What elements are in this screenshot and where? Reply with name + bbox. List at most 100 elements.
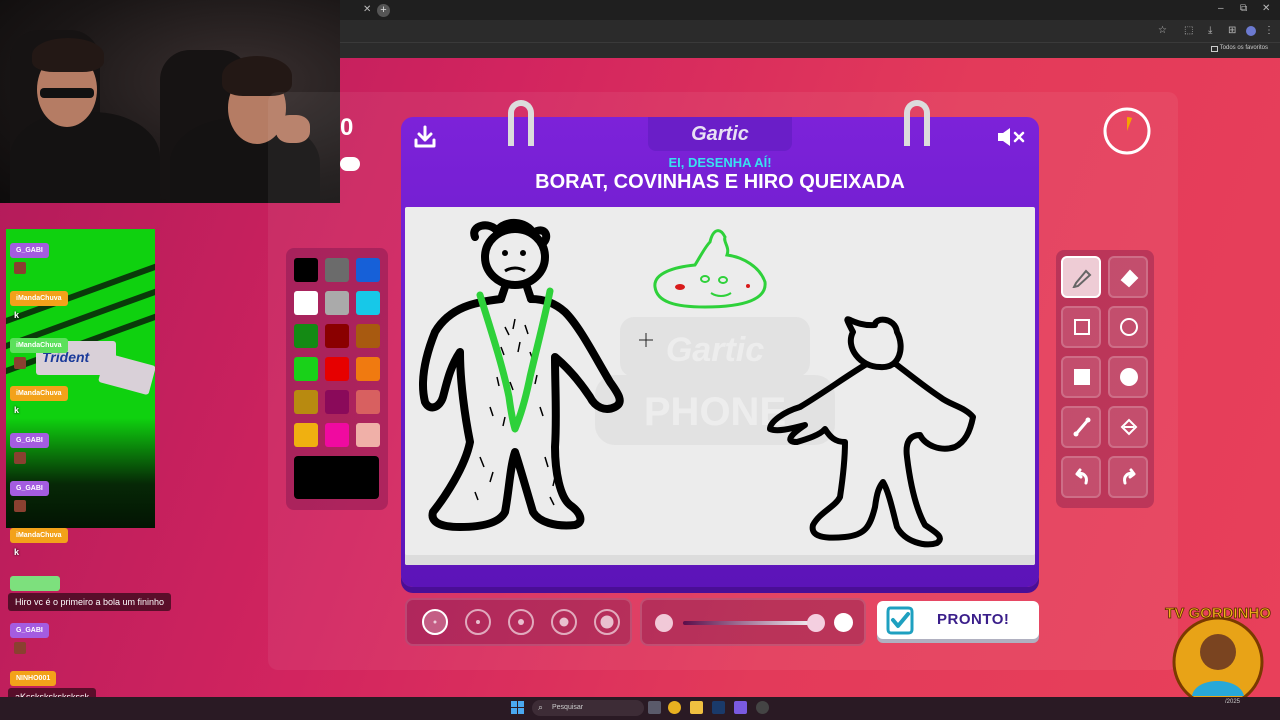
svg-text:Gartic: Gartic	[666, 331, 764, 369]
folder-icon	[1211, 46, 1218, 52]
chat-username-tag: iMandaChuva	[10, 291, 68, 306]
color-swatch[interactable]	[294, 390, 318, 414]
done-button[interactable]: PRONTO!	[877, 601, 1039, 639]
color-swatch[interactable]	[294, 423, 318, 447]
chat-emote	[14, 357, 26, 369]
browser-tab-strip	[340, 0, 1280, 20]
color-swatch[interactable]	[294, 357, 318, 381]
opacity-slider-handle[interactable]	[807, 614, 825, 632]
color-swatch[interactable]	[356, 324, 380, 348]
redo-icon	[1123, 468, 1136, 485]
brush-size-option[interactable]	[508, 609, 534, 635]
chat-emote	[14, 452, 26, 464]
close-window-button[interactable]: ✕	[1262, 3, 1270, 14]
pencil-icon	[1072, 269, 1092, 288]
bucket-icon	[1120, 418, 1138, 436]
color-swatch[interactable]	[325, 357, 349, 381]
chat-username-tag: G_GABI	[10, 481, 49, 496]
chat-emote	[14, 642, 26, 654]
redo-tool-button[interactable]	[1108, 456, 1148, 498]
circle-outline-tool-button[interactable]	[1108, 306, 1148, 348]
eraser-icon	[1120, 269, 1139, 288]
channel-logo-text: TV GORDINHO	[1165, 605, 1271, 622]
mute-sound-icon[interactable]	[996, 126, 1026, 148]
timer-icon	[1103, 107, 1151, 155]
chat-username-tag: G_GABI	[10, 243, 49, 258]
address-bar-area	[340, 20, 1280, 42]
chat-username-tag: G_GABI	[10, 433, 49, 448]
undo-tool-button[interactable]	[1061, 456, 1101, 498]
chat-emote	[14, 262, 26, 274]
line-tool-button[interactable]	[1061, 406, 1101, 448]
profile-avatar[interactable]	[1246, 26, 1256, 36]
drawing-canvas[interactable]: Gartic PHONE	[405, 207, 1035, 565]
menu-icon[interactable]: ⋮	[1264, 25, 1274, 36]
hint-text: EI, DESENHA AÍ!	[668, 155, 772, 170]
rectangle-fill-tool-button[interactable]	[1061, 356, 1101, 398]
chat-username-tag: iMandaChuva	[10, 386, 68, 401]
brush-size-option[interactable]	[465, 609, 491, 635]
task-view-icon[interactable]	[648, 701, 661, 714]
color-swatch[interactable]	[325, 324, 349, 348]
close-tab-icon[interactable]: ✕	[363, 4, 371, 15]
color-swatch[interactable]	[356, 291, 380, 315]
new-tab-button[interactable]: +	[377, 4, 390, 17]
rectangle-outline-icon	[1074, 319, 1090, 335]
chat-emote	[14, 500, 26, 512]
drawing-prompt: BORAT, COVINHAS E HIRO QUEIXADA	[535, 171, 905, 193]
obs-icon[interactable]	[756, 701, 769, 714]
color-swatch[interactable]	[356, 423, 380, 447]
borat-hair-marks	[474, 318, 556, 506]
chat-message: k	[14, 405, 20, 415]
line-icon	[1073, 417, 1091, 437]
chat-username-tag: iMandaChuva	[10, 338, 68, 353]
brush-size-option[interactable]	[422, 609, 448, 635]
circle-fill-tool-button[interactable]	[1108, 356, 1148, 398]
opacity-slider-track[interactable]	[683, 621, 823, 625]
color-swatch[interactable]	[356, 390, 380, 414]
undo-icon	[1075, 468, 1088, 485]
all-bookmarks-link[interactable]: Todos os favoritos	[1220, 45, 1268, 51]
color-swatch[interactable]	[325, 390, 349, 414]
download-drawing-icon[interactable]	[412, 124, 438, 150]
pencil-tool-button[interactable]	[1061, 256, 1101, 298]
bucket-tool-button[interactable]	[1108, 406, 1148, 448]
tab-search-icon[interactable]: ⊞	[1228, 25, 1236, 36]
chrome-icon[interactable]	[668, 701, 681, 714]
search-icon: ⌕	[538, 702, 544, 712]
extensions-icon[interactable]: ⬚	[1184, 25, 1193, 36]
minimize-button[interactable]: –	[1218, 3, 1224, 14]
game-logo: Gartic	[648, 117, 792, 151]
windows-start-icon[interactable]	[511, 701, 524, 714]
color-swatch[interactable]	[294, 258, 318, 282]
taskbar-search[interactable]: Pesquisar	[532, 700, 644, 716]
borat-face	[502, 250, 526, 273]
opacity-max-icon	[834, 613, 853, 632]
maximize-button[interactable]: ⧉	[1240, 3, 1247, 14]
circle-outline-icon	[1120, 318, 1138, 336]
color-swatch[interactable]	[356, 357, 380, 381]
color-swatch[interactable]	[325, 291, 349, 315]
color-swatch[interactable]	[294, 291, 318, 315]
file-explorer-icon[interactable]	[690, 701, 703, 714]
done-button-label: PRONTO!	[937, 611, 1010, 628]
discord-icon[interactable]	[734, 701, 747, 714]
eraser-tool-button[interactable]	[1108, 256, 1148, 298]
binder-ring-right	[904, 100, 930, 146]
current-color-preview	[294, 456, 379, 499]
brush-size-option[interactable]	[551, 609, 577, 635]
chat-username-tag: G_GABI	[10, 623, 49, 638]
opacity-min-icon	[655, 614, 673, 632]
download-icon[interactable]: ⤓	[1208, 25, 1212, 36]
checkmark-icon	[886, 606, 914, 635]
steam-icon[interactable]	[712, 701, 725, 714]
bookmark-star-icon[interactable]: ☆	[1158, 25, 1167, 36]
brush-size-option[interactable]	[594, 609, 620, 635]
color-swatch[interactable]	[325, 423, 349, 447]
chat-username-tag	[10, 576, 60, 591]
rectangle-outline-tool-button[interactable]	[1061, 306, 1101, 348]
circle-fill-icon	[1120, 368, 1138, 386]
color-swatch[interactable]	[294, 324, 318, 348]
color-swatch[interactable]	[325, 258, 349, 282]
color-swatch[interactable]	[356, 258, 380, 282]
